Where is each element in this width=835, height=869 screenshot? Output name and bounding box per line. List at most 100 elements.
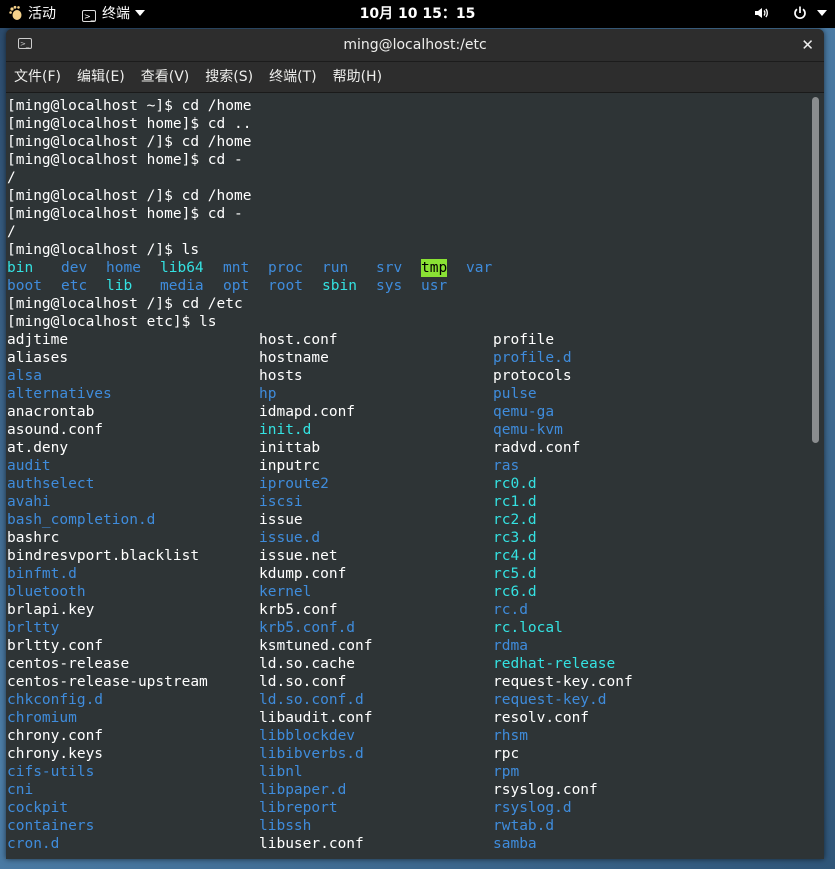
ls-entry: adjtime: [7, 332, 69, 348]
ls-entry: rsyslog.conf: [493, 782, 598, 798]
ls-entry: run: [322, 260, 349, 276]
command-line: [ming@localhost /]$ cd /home: [7, 188, 252, 204]
ls-entry: avahi: [7, 494, 51, 510]
ls-entry: ras: [493, 458, 520, 474]
ls-entry: usr: [421, 278, 448, 294]
ls-entry: issue.d: [259, 530, 321, 546]
ls-entry: samba: [493, 836, 537, 852]
ls-entry: libpaper.d: [259, 782, 347, 798]
ls-entry: opt: [223, 278, 250, 294]
ls-entry: iscsi: [259, 494, 303, 510]
scrollbar[interactable]: [808, 93, 824, 859]
window-title: ming@localhost:/etc: [343, 37, 487, 53]
output-line: /: [7, 224, 16, 240]
ls-entry: request-key.d: [493, 692, 607, 708]
command-line: [ming@localhost /]$ cd /etc: [7, 296, 243, 312]
ls-entry: binfmt.d: [7, 566, 77, 582]
ls-entry: rc.local: [493, 620, 563, 636]
terminal-window: >_ ming@localhost:/etc ✕ 文件(F) 编辑(E) 查看(V)…: [6, 29, 824, 859]
ls-entry: etc: [61, 278, 88, 294]
ls-entry: kernel: [259, 584, 312, 600]
ls-entry: qemu-kvm: [493, 422, 563, 438]
ls-entry: containers: [7, 818, 95, 834]
ls-entry: rwtab.d: [493, 818, 555, 834]
chevron-down-icon: [817, 10, 827, 16]
system-tray[interactable]: [753, 0, 827, 28]
menu-view[interactable]: 查看(V): [133, 62, 198, 92]
clock[interactable]: 10月 10 15：15: [0, 0, 835, 28]
ls-entry: profile.d: [493, 350, 572, 366]
ls-entry: rc4.d: [493, 548, 537, 564]
ls-entry: aliases: [7, 350, 69, 366]
command-line: [ming@localhost home]$ cd -: [7, 206, 243, 222]
command-line: [ming@localhost home]$ cd -: [7, 152, 243, 168]
ls-entry: cron.d: [7, 836, 60, 852]
ls-entry: authselect: [7, 476, 95, 492]
ls-entry: init.d: [259, 422, 312, 438]
ls-entry: brlapi.key: [7, 602, 95, 618]
menu-help[interactable]: 帮助(H): [325, 62, 390, 92]
ls-entry: redhat-release: [493, 656, 616, 672]
ls-entry: host.conf: [259, 332, 338, 348]
ls-entry: sys: [376, 278, 403, 294]
ls-entry: rpc: [493, 746, 520, 762]
scrollbar-thumb[interactable]: [812, 97, 819, 443]
menu-search[interactable]: 搜索(S): [197, 62, 261, 92]
ls-entry: brltty.conf: [7, 638, 104, 654]
ls-entry: libnl: [259, 764, 303, 780]
ls-entry: cockpit: [7, 800, 69, 816]
ls-entry: rc6.d: [493, 584, 537, 600]
ls-entry: idmapd.conf: [259, 404, 356, 420]
title-bar[interactable]: >_ ming@localhost:/etc ✕: [6, 29, 824, 62]
menu-bar: 文件(F) 编辑(E) 查看(V) 搜索(S) 终端(T) 帮助(H): [6, 62, 824, 93]
terminal-output[interactable]: [ming@localhost ~]$ cd /home [ming@localh…: [6, 93, 808, 859]
ls-entry: pulse: [493, 386, 537, 402]
ls-entry: resolv.conf: [493, 710, 590, 726]
ls-entry: qemu-ga: [493, 404, 555, 420]
ls-entry: rsyslog.d: [493, 800, 572, 816]
ls-entry: issue.net: [259, 548, 338, 564]
ls-entry: ld.so.conf: [259, 674, 347, 690]
menu-file[interactable]: 文件(F): [6, 62, 69, 92]
command-line: [ming@localhost etc]$ ls: [7, 314, 217, 330]
ls-entry: libblockdev: [259, 728, 356, 744]
output-line: /: [7, 170, 16, 186]
menu-edit[interactable]: 编辑(E): [69, 62, 133, 92]
command-line: [ming@localhost home]$ cd ..: [7, 116, 252, 132]
close-button[interactable]: ✕: [801, 29, 814, 61]
ls-entry: libibverbs.d: [259, 746, 364, 762]
ls-entry: dev: [61, 260, 88, 276]
ls-entry: root: [268, 278, 303, 294]
command-line: [ming@localhost ~]$ cd /home: [7, 98, 252, 114]
ls-entry: audit: [7, 458, 51, 474]
ls-entry: boot: [7, 278, 42, 294]
ls-entry: centos-release: [7, 656, 130, 672]
ls-entry: rpm: [493, 764, 520, 780]
ls-entry: rdma: [493, 638, 528, 654]
ls-entry: srv: [376, 260, 403, 276]
ls-entry: issue: [259, 512, 303, 528]
ls-entry: rhsm: [493, 728, 528, 744]
ls-entry: var: [466, 260, 493, 276]
ls-entry: request-key.conf: [493, 674, 633, 690]
ls-entry: protocols: [493, 368, 572, 384]
ls-entry: bash_completion.d: [7, 512, 156, 528]
ls-entry: iproute2: [259, 476, 329, 492]
ls-entry: libuser.conf: [259, 836, 364, 852]
menu-terminal[interactable]: 终端(T): [261, 62, 324, 92]
ls-entry: chkconfig.d: [7, 692, 104, 708]
ls-entry: rc3.d: [493, 530, 537, 546]
ls-entry: rc0.d: [493, 476, 537, 492]
ls-entry: proc: [268, 260, 303, 276]
command-line: [ming@localhost /]$ cd /home: [7, 134, 252, 150]
ls-entry: rc5.d: [493, 566, 537, 582]
ls-entry: anacrontab: [7, 404, 95, 420]
command-line: [ming@localhost /]$ ls: [7, 242, 200, 258]
ls-entry: sbin: [322, 278, 357, 294]
ls-entry: chrony.keys: [7, 746, 104, 762]
ls-entry: cifs-utils: [7, 764, 95, 780]
ls-entry: centos-release-upstream: [7, 674, 208, 690]
ls-entry: libssh: [259, 818, 312, 834]
ls-entry: krb5.conf.d: [259, 620, 356, 636]
ls-entry: alternatives: [7, 386, 112, 402]
